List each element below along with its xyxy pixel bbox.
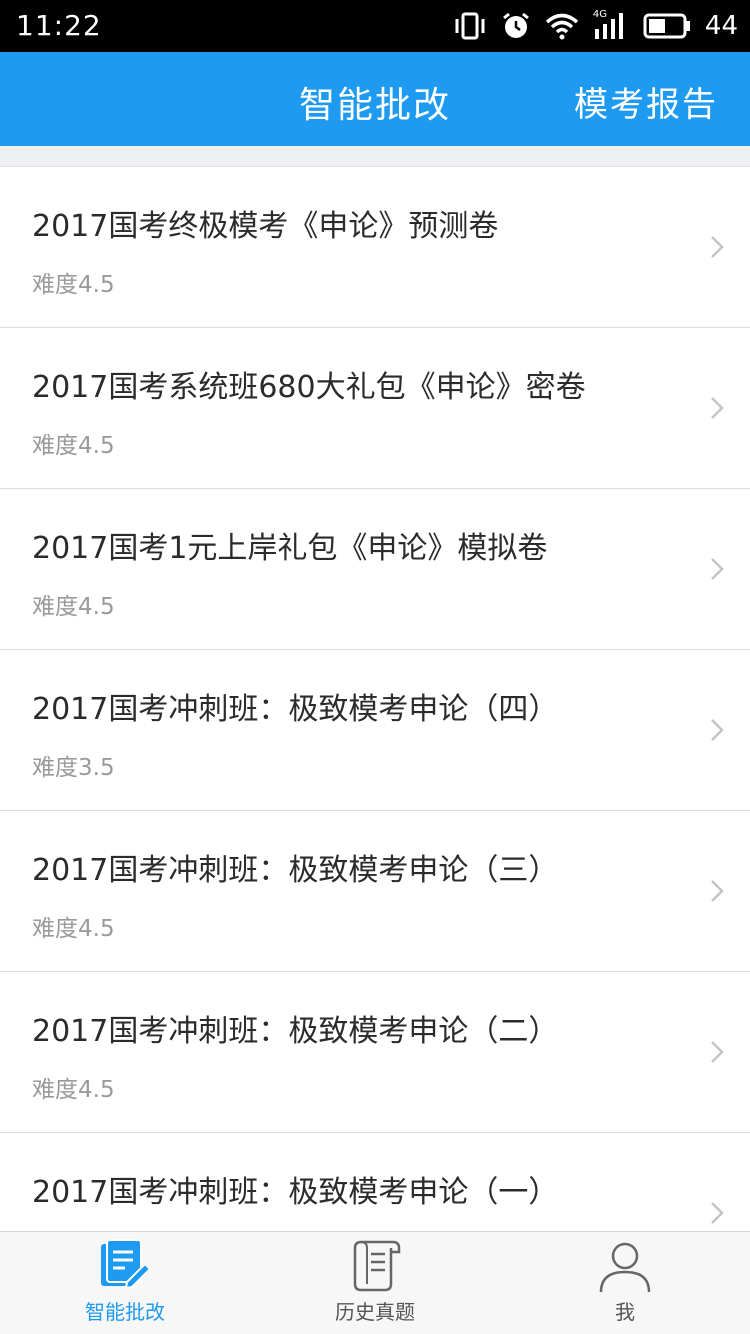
- paper-title: 2017国考冲刺班：极致模考申论（三）: [32, 853, 559, 888]
- status-time: 11:22: [16, 9, 102, 42]
- paper-title: 2017国考终极模考《申论》预测卷: [32, 209, 499, 244]
- paper-list-item[interactable]: 2017国考冲刺班：极致模考申论（四） 难度3.5: [0, 650, 750, 811]
- paper-difficulty: 难度3.5: [32, 755, 115, 781]
- chevron-right-icon: [711, 397, 724, 419]
- chevron-right-icon: [711, 236, 724, 258]
- paper-difficulty: 难度4.5: [32, 433, 115, 459]
- wifi-icon: [545, 13, 579, 40]
- chevron-right-icon: [711, 719, 724, 741]
- list-top-spacer: [0, 146, 750, 167]
- scroll-icon: [353, 1240, 401, 1292]
- paper-title: 2017国考冲刺班：极致模考申论（二）: [32, 1014, 559, 1049]
- paper-list-item[interactable]: 2017国考1元上岸礼包《申论》模拟卷 难度4.5: [0, 489, 750, 650]
- battery-icon: [643, 13, 690, 39]
- paper-title: 2017国考冲刺班：极致模考申论（一）: [32, 1175, 559, 1210]
- paper-title: 2017国考冲刺班：极致模考申论（四）: [32, 692, 559, 727]
- chevron-right-icon: [711, 880, 724, 902]
- tab-me[interactable]: 我: [500, 1232, 750, 1334]
- paper-list-item[interactable]: 2017国考冲刺班：极致模考申论（三） 难度4.5: [0, 811, 750, 972]
- tab-label: 智能批改: [85, 1300, 165, 1324]
- tab-smart-grading[interactable]: 智能批改: [0, 1232, 250, 1334]
- paper-title: 2017国考1元上岸礼包《申论》模拟卷: [32, 531, 548, 566]
- tab-label: 我: [615, 1300, 635, 1324]
- chevron-right-icon: [711, 558, 724, 580]
- mock-report-button[interactable]: 模考报告: [574, 77, 718, 126]
- battery-level: 44: [704, 11, 738, 41]
- chevron-right-icon: [711, 1202, 724, 1224]
- paper-title: 2017国考系统班680大礼包《申论》密卷: [32, 370, 586, 405]
- bottom-tab-bar: 智能批改 历史真题 我: [0, 1231, 750, 1334]
- person-icon: [599, 1242, 651, 1293]
- app-header: 智能批改 模考报告: [0, 52, 750, 146]
- paper-difficulty: 难度4.5: [32, 272, 115, 298]
- edit-paper-icon: [101, 1239, 152, 1290]
- vibrate-icon: [455, 12, 485, 40]
- paper-list-item[interactable]: 2017国考终极模考《申论》预测卷 难度4.5: [0, 167, 750, 328]
- status-bar: 11:22 4G 44: [0, 0, 750, 52]
- paper-difficulty: 难度4.5: [32, 594, 115, 620]
- paper-list[interactable]: 2017国考终极模考《申论》预测卷 难度4.5 2017国考系统班680大礼包《…: [0, 167, 750, 1231]
- paper-list-item[interactable]: 2017国考冲刺班：极致模考申论（二） 难度4.5: [0, 972, 750, 1133]
- alarm-icon: [502, 12, 529, 38]
- chevron-right-icon: [711, 1041, 724, 1063]
- paper-list-item[interactable]: 2017国考系统班680大礼包《申论》密卷 难度4.5: [0, 328, 750, 489]
- signal-icon: 4G: [593, 9, 629, 41]
- tab-label: 历史真题: [335, 1300, 415, 1324]
- paper-difficulty: 难度4.5: [32, 1077, 115, 1103]
- paper-list-item[interactable]: 2017国考冲刺班：极致模考申论（一）: [0, 1133, 750, 1231]
- paper-difficulty: 难度4.5: [32, 916, 115, 942]
- tab-past-exams[interactable]: 历史真题: [250, 1232, 500, 1334]
- status-icons: 4G 44: [453, 8, 738, 44]
